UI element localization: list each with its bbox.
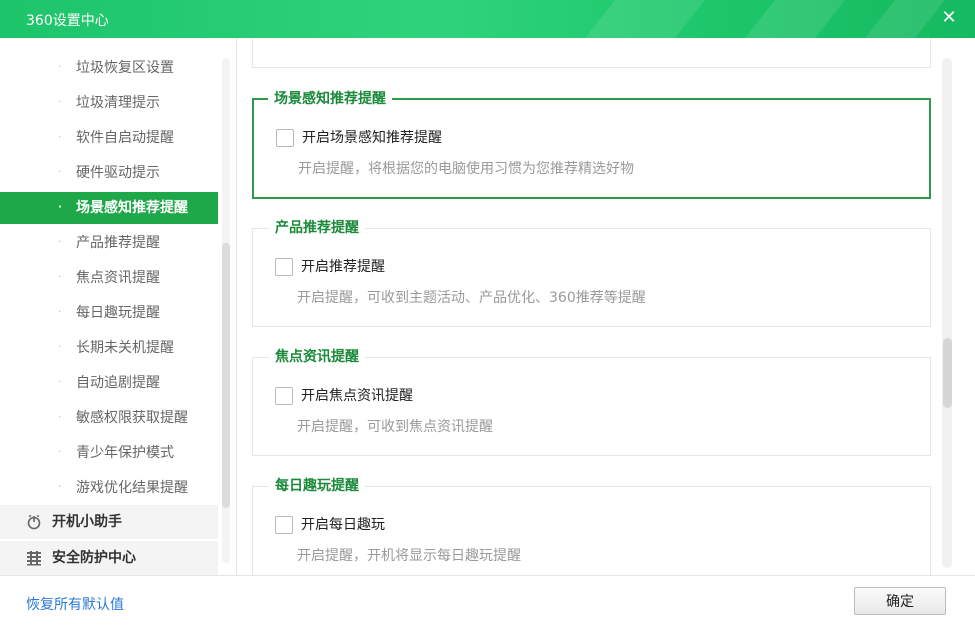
settings-section-previous [252,38,931,68]
sidebar-item-auto-series[interactable]: · 自动追剧提醒 [0,367,218,399]
section-title: 产品推荐提醒 [269,219,365,237]
bullet-icon: · [58,272,62,283]
bullet-icon: · [58,482,62,493]
sidebar-item-label: 产品推荐提醒 [76,235,160,251]
sidebar-item-scene-recommend[interactable]: · 场景感知推荐提醒 [0,192,218,224]
settings-section-daily-fun: 每日趣玩提醒 开启每日趣玩 开启提醒，开机将显示每日趣玩提醒 [252,477,931,575]
sidebar-group-label: 安全防护中心 [52,550,136,566]
checkbox-label[interactable]: 开启焦点资讯提醒 [301,386,413,406]
settings-content: 场景感知推荐提醒 开启场景感知推荐提醒 开启提醒，将根据您的电脑使用习惯为您推荐… [238,38,975,575]
title-bar-decoration [745,0,845,38]
sidebar-item-product-recommend[interactable]: · 产品推荐提醒 [0,227,218,259]
settings-section-focus-news: 焦点资讯提醒 开启焦点资讯提醒 开启提醒，可收到焦点资讯提醒 [252,348,931,456]
sidebar-item-sensitive-permission[interactable]: · 敏感权限获取提醒 [0,402,218,434]
sidebar-group-security-center[interactable]: 安全防护中心 [0,541,218,575]
bullet-icon: · [58,342,62,353]
sidebar-item-label: 青少年保护模式 [76,445,174,461]
sidebar-item-label: 每日趣玩提醒 [76,305,160,321]
title-bar-decoration [865,0,945,38]
sidebar-item-label: 硬件驱动提示 [76,165,160,181]
checkbox-label[interactable]: 开启场景感知推荐提醒 [302,128,442,148]
window-title: 360设置中心 [26,13,109,29]
section-description: 开启提醒，开机将显示每日趣玩提醒 [297,548,521,564]
close-icon[interactable]: ✕ [937,6,961,30]
title-bar: 360设置中心 ✕ [0,0,975,38]
sidebar-item-label: 长期未关机提醒 [76,340,174,356]
sidebar-group-boot-assistant[interactable]: 开机小助手 [0,505,218,539]
footer-bar: 恢复所有默认值 确定 [0,575,975,625]
bullet-icon: · [58,412,62,423]
content-scrollbar-track[interactable] [942,58,952,568]
sidebar-item-teen-mode[interactable]: · 青少年保护模式 [0,437,218,469]
bullet-icon: · [58,237,62,248]
sidebar-item-trash-recovery[interactable]: · 垃圾恢复区设置 [0,52,218,84]
restore-defaults-link[interactable]: 恢复所有默认值 [26,594,124,614]
sidebar-item-label: 焦点资讯提醒 [76,270,160,286]
sidebar-item-label: 软件自启动提醒 [76,130,174,146]
sidebar-item-trash-clean-tip[interactable]: · 垃圾清理提示 [0,87,218,119]
sidebar-item-daily-fun[interactable]: · 每日趣玩提醒 [0,297,218,329]
section-title: 场景感知推荐提醒 [268,90,392,108]
bullet-icon: · [58,307,62,318]
bullet-icon: · [58,97,62,108]
section-title: 每日趣玩提醒 [269,477,365,495]
section-description: 开启提醒，将根据您的电脑使用习惯为您推荐精选好物 [298,161,634,177]
sidebar-item-label: 场景感知推荐提醒 [76,200,188,216]
bullet-icon: · [58,132,62,143]
sidebar-item-label: 垃圾恢复区设置 [76,60,174,76]
sidebar-item-label: 垃圾清理提示 [76,95,160,111]
sidebar-item-label: 敏感权限获取提醒 [76,410,188,426]
checkbox[interactable] [275,516,293,534]
bullet-icon: · [58,447,62,458]
sidebar-item-game-optimize[interactable]: · 游戏优化结果提醒 [0,472,218,504]
content-scrollbar-thumb[interactable] [943,338,952,408]
sidebar-item-focus-news[interactable]: · 焦点资讯提醒 [0,262,218,294]
checkbox-label[interactable]: 开启推荐提醒 [301,257,385,277]
section-title: 焦点资讯提醒 [269,348,365,366]
checkbox[interactable] [275,258,293,276]
shield-icon [27,551,41,566]
bullet-icon: · [58,167,62,178]
section-description: 开启提醒，可收到焦点资讯提醒 [297,419,493,435]
sidebar: · 垃圾恢复区设置 · 垃圾清理提示 · 软件自启动提醒 · 硬件驱动提示 · … [0,38,237,575]
sidebar-group-label: 开机小助手 [52,514,122,530]
checkbox-label[interactable]: 开启每日趣玩 [301,515,385,535]
checkbox[interactable] [275,387,293,405]
sidebar-item-long-uptime[interactable]: · 长期未关机提醒 [0,332,218,364]
section-description: 开启提醒，可收到主题活动、产品优化、360推荐等提醒 [297,290,646,306]
settings-section-product-recommend: 产品推荐提醒 开启推荐提醒 开启提醒，可收到主题活动、产品优化、360推荐等提醒 [252,219,931,327]
sidebar-item-label: 游戏优化结果提醒 [76,480,188,496]
sidebar-item-autostart-reminder[interactable]: · 软件自启动提醒 [0,122,218,154]
bullet-icon: · [58,62,62,73]
sidebar-item-driver-tip[interactable]: · 硬件驱动提示 [0,157,218,189]
settings-section-scene-recommend: 场景感知推荐提醒 开启场景感知推荐提醒 开启提醒，将根据您的电脑使用习惯为您推荐… [252,90,931,199]
power-icon [27,514,41,530]
title-bar-decoration [585,0,705,38]
bullet-icon: · [58,202,62,213]
sidebar-item-label: 自动追剧提醒 [76,375,160,391]
sidebar-scrollbar-thumb[interactable] [222,243,230,508]
checkbox[interactable] [276,129,294,147]
bullet-icon: · [58,377,62,388]
ok-button[interactable]: 确定 [854,587,946,615]
